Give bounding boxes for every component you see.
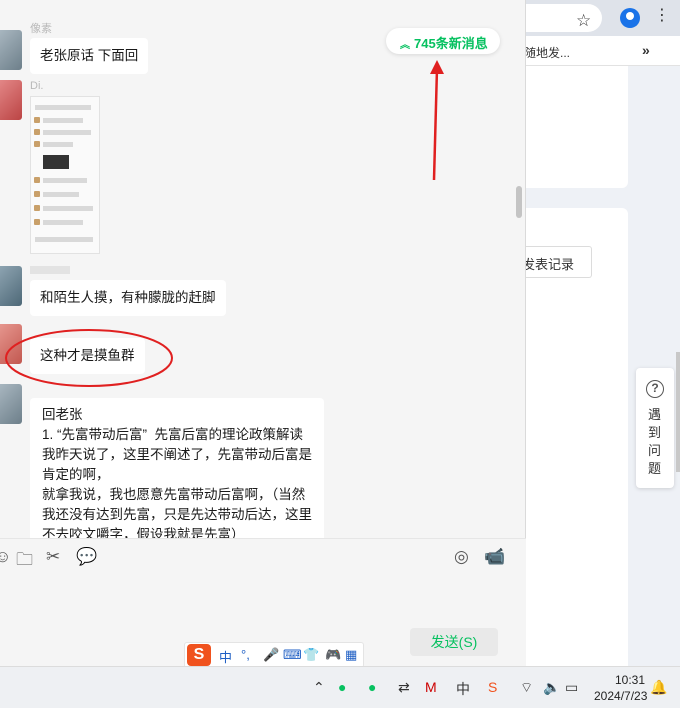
- avatar[interactable]: [0, 80, 22, 120]
- volume-icon[interactable]: 🔈: [543, 679, 560, 696]
- message-bubble[interactable]: 和陌生人摸，有种朦胧的赶脚: [30, 280, 226, 316]
- avatar[interactable]: [0, 324, 22, 364]
- browser-menu-icon[interactable]: ⋮: [654, 7, 670, 25]
- wechat-tray-icon[interactable]: ●: [368, 679, 376, 695]
- message-bubble[interactable]: 这种才是摸鱼群: [30, 338, 145, 374]
- sender-name: [30, 266, 70, 274]
- ime-mode-toggle[interactable]: 中: [219, 647, 232, 666]
- grid-icon[interactable]: ▦: [345, 647, 357, 663]
- profile-avatar-icon[interactable]: [620, 8, 640, 28]
- video-call-icon[interactable]: 📹: [484, 547, 505, 567]
- screen: ☆ ⋮ 随地发... » 发表记录 ? 遇到问题 像素 老张原话 下面回 Di.: [0, 0, 680, 708]
- chat-window: 像素 老张原话 下面回 Di. 和陌生人摸，有种朦胧的赶脚 这种才是摸鱼群 回老…: [0, 0, 526, 666]
- keyboard-icon[interactable]: ⌨: [283, 647, 302, 663]
- bookmark-item[interactable]: 随地发...: [524, 44, 570, 61]
- bookmarks-more-icon[interactable]: »: [642, 42, 650, 58]
- new-messages-button[interactable]: ︽ 745条新消息: [386, 28, 500, 54]
- wechat-tray-icon[interactable]: ●: [338, 679, 346, 695]
- double-chevron-up-icon: ︽: [400, 40, 410, 51]
- ime-tray-icon[interactable]: 中: [456, 679, 470, 699]
- avatar[interactable]: [0, 384, 22, 424]
- app-tray-icon[interactable]: M: [425, 679, 437, 695]
- message-list[interactable]: 像素 老张原话 下面回 Di. 和陌生人摸，有种朦胧的赶脚 这种才是摸鱼群 回老…: [0, 0, 526, 538]
- mic-icon[interactable]: 🎤: [263, 647, 279, 663]
- sogou-logo-icon[interactable]: S: [187, 644, 211, 666]
- help-widget[interactable]: ? 遇到问题: [636, 368, 674, 488]
- avatar[interactable]: [0, 30, 22, 70]
- browser-scrollbar[interactable]: [676, 352, 680, 472]
- chat-history-icon[interactable]: 💬: [76, 547, 97, 567]
- chat-scrollbar[interactable]: [516, 186, 522, 218]
- game-icon[interactable]: 🎮: [325, 647, 341, 663]
- question-icon: ?: [646, 380, 664, 398]
- image-message[interactable]: [30, 96, 100, 254]
- sender-name: 像素: [30, 23, 52, 35]
- notification-bell-icon[interactable]: 🔔: [650, 679, 667, 696]
- skin-icon[interactable]: 👕: [303, 647, 319, 663]
- folder-icon[interactable]: 🗀: [16, 547, 33, 576]
- taskbar: ⌃ ● ● ⇄ M 中 S ⌔ 🔈 ▭ 10:31 2024/7/23 🔔: [0, 666, 680, 708]
- emoji-icon[interactable]: ☺: [0, 547, 11, 567]
- avatar[interactable]: [0, 266, 22, 306]
- bookmark-star-icon[interactable]: ☆: [576, 11, 591, 31]
- ime-toolbar[interactable]: S 中 °, 🎤 ⌨ 👕 🎮 ▦: [184, 642, 364, 668]
- live-icon[interactable]: ◎: [454, 547, 469, 567]
- ime-punctuation-toggle[interactable]: °,: [241, 647, 250, 662]
- wifi-icon[interactable]: ⌔: [520, 679, 533, 697]
- sender-name: Di.: [30, 80, 44, 92]
- post-record-button[interactable]: 发表记录: [520, 246, 592, 278]
- settings-tray-icon[interactable]: ⇄: [398, 679, 410, 696]
- content-card: [520, 66, 628, 188]
- clock-date[interactable]: 2024/7/23: [594, 689, 647, 703]
- chevron-up-icon[interactable]: ⌃: [313, 679, 325, 696]
- send-button[interactable]: 发送(S): [410, 628, 498, 656]
- help-label: 遇到问题: [648, 407, 662, 476]
- message-bubble[interactable]: 回老张 1. “先富带动后富” 先富后富的理论政策解读我昨天说了，这里不阐述了，…: [30, 398, 324, 538]
- clock-time[interactable]: 10:31: [610, 673, 650, 687]
- sogou-tray-icon[interactable]: S: [488, 679, 497, 695]
- browser-window: ☆ ⋮ 随地发... » 发表记录 ? 遇到问题: [520, 0, 680, 666]
- message-text: 回老张 1. “先富带动后富” 先富后富的理论政策解读我昨天说了，这里不阐述了，…: [42, 407, 312, 538]
- address-bar[interactable]: ☆: [520, 4, 602, 32]
- battery-icon[interactable]: ▭: [565, 679, 578, 696]
- scissors-icon[interactable]: ✂: [46, 547, 60, 567]
- message-bubble[interactable]: 老张原话 下面回: [30, 38, 149, 74]
- new-messages-label: 745条新消息: [414, 36, 488, 51]
